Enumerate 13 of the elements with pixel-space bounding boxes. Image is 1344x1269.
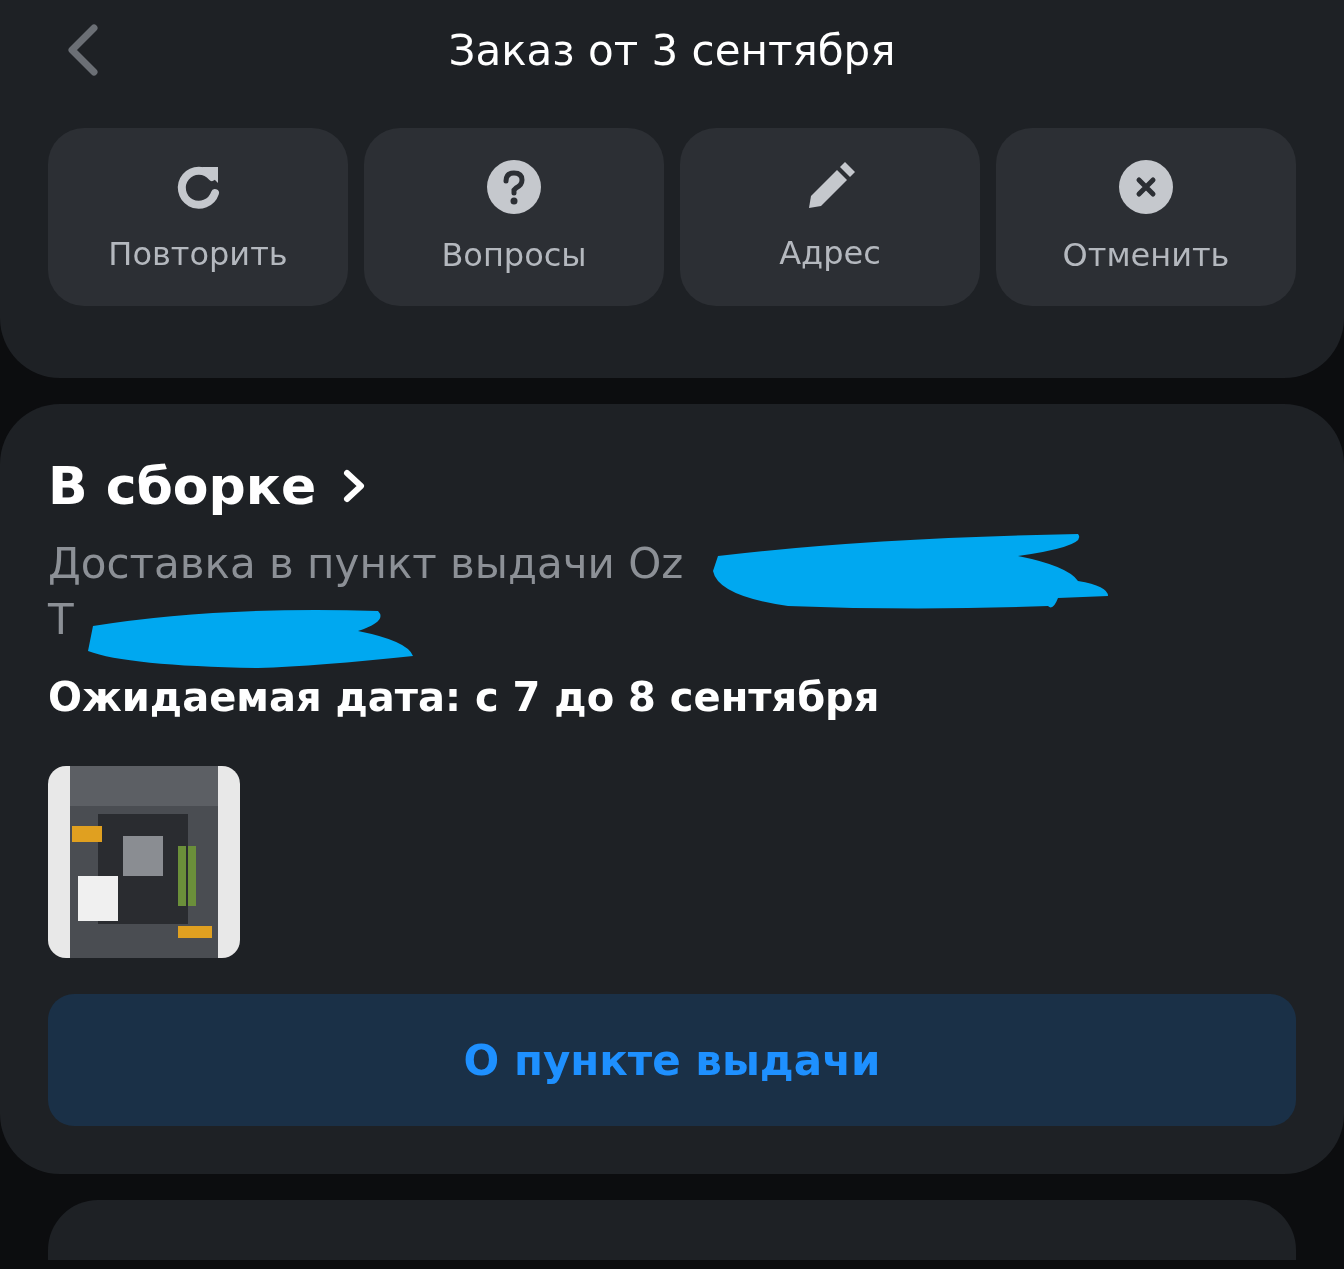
action-button[interactable]: Адрес [680,128,980,306]
action-button[interactable]: Отменить [996,128,1296,306]
order-status[interactable]: В сборке [48,456,317,516]
action-button[interactable]: Вопросы [364,128,664,306]
expected-date: Ожидаемая дата: с 7 до 8 сентября [48,674,881,720]
chevron-icon[interactable] [342,468,367,504]
close-icon [1119,160,1173,214]
page-title: Заказ от 3 сентября [448,25,896,75]
delivery-text: Доставка в пункт выдачи Oz [48,538,685,590]
delivery-text: Т [48,594,75,646]
pickup-info-button[interactable]: О пункте выдачи [48,994,1296,1126]
help-icon [487,160,541,214]
action-button[interactable]: Повторить [48,128,348,306]
